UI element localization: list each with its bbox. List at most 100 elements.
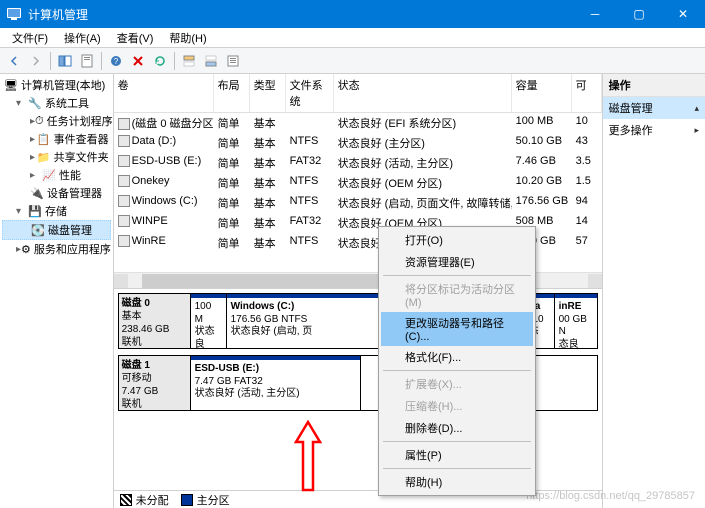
ctx-shrink: 压缩卷(H)... [381, 395, 533, 417]
col-free[interactable]: 可 [572, 74, 602, 112]
menu-file[interactable]: 文件(F) [4, 28, 56, 48]
scroll-right-icon[interactable] [588, 274, 602, 288]
view-bottom-button[interactable] [201, 51, 221, 71]
ctx-sep [383, 370, 531, 371]
tree-shared-label: 共享文件夹 [54, 149, 109, 165]
legend-unalloc-label: 未分配 [136, 492, 169, 508]
tree-root[interactable]: 🖥计算机管理(本地) [2, 76, 111, 94]
actions-header: 操作 [603, 74, 705, 97]
tree-storage[interactable]: ▾💾存储 [2, 202, 111, 220]
watermark: https://blog.csdn.net/qq_29785857 [526, 490, 695, 502]
services-icon: ⚙ [21, 242, 31, 256]
ctx-format[interactable]: 格式化(F)... [381, 346, 533, 368]
tree-perf-label: 性能 [59, 167, 81, 183]
disk-1-title: 磁盘 1 [122, 360, 150, 371]
show-hide-button[interactable] [55, 51, 75, 71]
help-button[interactable]: ? [106, 51, 126, 71]
unalloc-swatch [120, 494, 132, 506]
ctx-explorer[interactable]: 资源管理器(E) [381, 251, 533, 273]
disk-0-title: 磁盘 0 [122, 298, 150, 309]
disk-1-status: 联机 [122, 399, 142, 410]
close-button[interactable]: ✕ [661, 0, 705, 28]
ctx-help[interactable]: 帮助(H) [381, 471, 533, 493]
col-volume[interactable]: 卷 [114, 74, 214, 112]
actions-panel: 操作 磁盘管理 ▴ 更多操作▸ [603, 74, 705, 508]
volume-row[interactable]: Windows (C:)简单基本NTFS状态良好 (启动, 页面文件, 故障转储… [114, 193, 602, 213]
tree-services-label: 服务和应用程序 [34, 241, 111, 257]
disk-1-info[interactable]: 磁盘 1 可移动 7.47 GB 联机 [119, 356, 191, 410]
col-fs[interactable]: 文件系统 [286, 74, 334, 112]
volume-row[interactable]: (磁盘 0 磁盘分区 1)简单基本状态良好 (EFI 系统分区)100 MB10 [114, 113, 602, 133]
disk-0-status: 联机 [122, 337, 142, 348]
ctx-open[interactable]: 打开(O) [381, 229, 533, 251]
d1p0-size: 7.47 GB FAT32 [195, 376, 263, 387]
disk-1-type: 可移动 [122, 373, 152, 384]
scroll-left-icon[interactable] [114, 274, 128, 288]
col-type[interactable]: 类型 [250, 74, 286, 112]
tree-eventviewer-label: 事件查看器 [54, 131, 109, 147]
properties-button[interactable] [77, 51, 97, 71]
tree-devmgr[interactable]: 🔌设备管理器 [2, 184, 111, 202]
disk-1-part-0[interactable]: ESD-USB (E:) 7.47 GB FAT32 状态良好 (活动, 主分区… [191, 356, 361, 410]
folder-shared-icon: 📁 [37, 150, 51, 164]
tree-tasksched[interactable]: ▸⏱任务计划程序 [2, 112, 111, 130]
tree-services[interactable]: ▸⚙服务和应用程序 [2, 240, 111, 258]
d1p0-name: ESD-USB (E:) [195, 363, 259, 374]
maximize-button[interactable]: ▢ [617, 0, 661, 28]
volume-row[interactable]: ESD-USB (E:)简单基本FAT32状态良好 (活动, 主分区)7.46 … [114, 153, 602, 173]
col-status[interactable]: 状态 [334, 74, 512, 112]
back-button[interactable] [4, 51, 24, 71]
tree-diskmgmt[interactable]: 💽磁盘管理 [2, 220, 111, 240]
tree-panel: 🖥计算机管理(本地) ▾🔧系统工具 ▸⏱任务计划程序 ▸📋事件查看器 ▸📁共享文… [0, 74, 114, 508]
disk-0-size: 238.46 GB [122, 324, 170, 335]
chevron-right-icon: ▸ [30, 170, 42, 181]
tree-perf[interactable]: ▸📈性能 [2, 166, 111, 184]
ctx-change-letter[interactable]: 更改驱动器号和路径(C)... [381, 312, 533, 346]
svg-text:?: ? [114, 57, 119, 66]
disk-0-part-0[interactable]: 100 M 状态良 [191, 294, 227, 348]
ctx-properties[interactable]: 属性(P) [381, 444, 533, 466]
menu-help[interactable]: 帮助(H) [161, 28, 214, 48]
scroll-thumb[interactable] [142, 274, 401, 288]
tree-eventviewer[interactable]: ▸📋事件查看器 [2, 130, 111, 148]
actions-more[interactable]: 更多操作▸ [603, 119, 705, 141]
chevron-down-icon: ▾ [16, 206, 28, 217]
tree-shared[interactable]: ▸📁共享文件夹 [2, 148, 111, 166]
d0p1-name: Windows (C:) [231, 301, 295, 312]
chevron-right-icon: ▸ [30, 134, 37, 145]
legend-unalloc: 未分配 [120, 492, 169, 508]
actions-diskmgmt-label: 磁盘管理 [609, 100, 653, 116]
col-capacity[interactable]: 容量 [512, 74, 572, 112]
volume-header: 卷 布局 类型 文件系统 状态 容量 可 [114, 74, 602, 113]
forward-button[interactable] [26, 51, 46, 71]
tree-systools-label: 系统工具 [45, 95, 89, 111]
refresh-button[interactable] [150, 51, 170, 71]
menu-action[interactable]: 操作(A) [56, 28, 109, 48]
volume-row[interactable]: Onekey简单基本NTFS状态良好 (OEM 分区)10.20 GB1.5 [114, 173, 602, 193]
ctx-sep [383, 441, 531, 442]
settings-button[interactable] [223, 51, 243, 71]
disk-0-part-3[interactable]: inRE 00 GB N 态良 [555, 294, 597, 348]
actions-diskmgmt[interactable]: 磁盘管理 ▴ [603, 97, 705, 119]
menu-view[interactable]: 查看(V) [109, 28, 162, 48]
primary-swatch [181, 494, 193, 506]
disk-icon: 💽 [31, 223, 45, 237]
disk-0-info[interactable]: 磁盘 0 基本 238.46 GB 联机 [119, 294, 191, 348]
d0p1-status: 状态良好 (启动, 页 [231, 326, 313, 337]
col-layout[interactable]: 布局 [214, 74, 250, 112]
ctx-delete[interactable]: 删除卷(D)... [381, 417, 533, 439]
minimize-button[interactable]: ─ [573, 0, 617, 28]
d0p1-size: 176.56 GB NTFS [231, 314, 308, 325]
app-icon [6, 6, 22, 22]
volume-row[interactable]: Data (D:)简单基本NTFS状态良好 (主分区)50.10 GB43 [114, 133, 602, 153]
tree-devmgr-label: 设备管理器 [47, 185, 102, 201]
chevron-up-icon: ▴ [694, 103, 699, 114]
d0p3-size: 00 GB N [559, 314, 587, 338]
titlebar: 计算机管理 ─ ▢ ✕ [0, 0, 705, 28]
clock-icon: ⏱ [35, 114, 44, 128]
d1p0-status: 状态良好 (活动, 主分区) [195, 388, 300, 399]
view-top-button[interactable] [179, 51, 199, 71]
ctx-mark-active: 将分区标记为活动分区(M) [381, 278, 533, 312]
tree-systools[interactable]: ▾🔧系统工具 [2, 94, 111, 112]
delete-button[interactable] [128, 51, 148, 71]
